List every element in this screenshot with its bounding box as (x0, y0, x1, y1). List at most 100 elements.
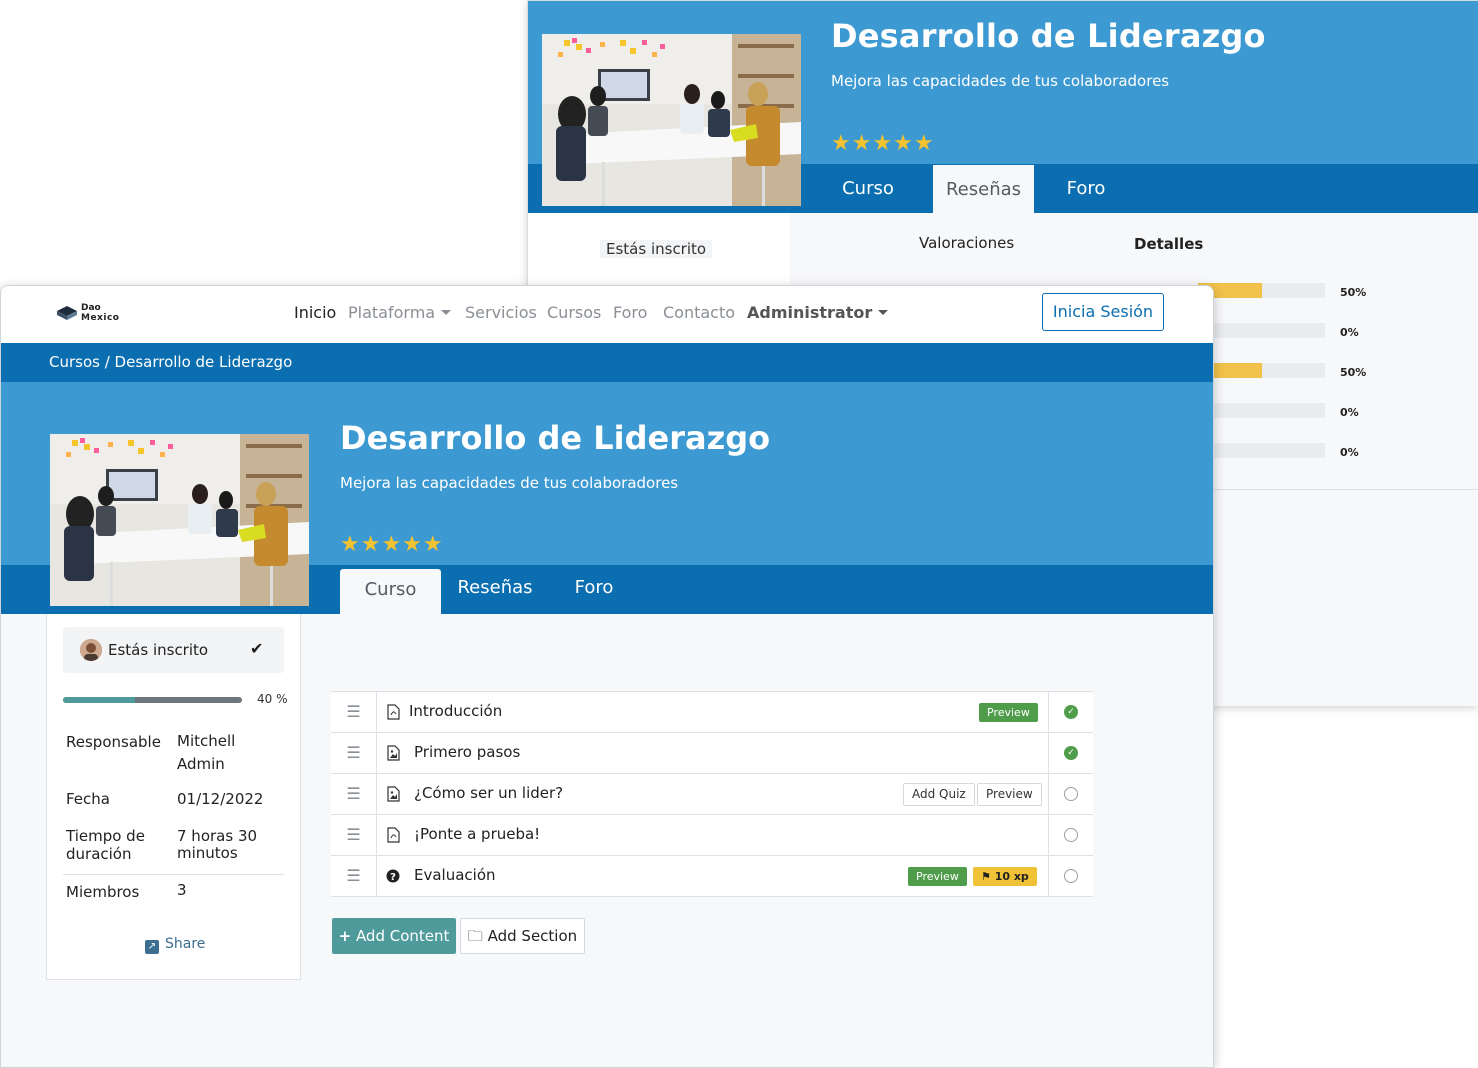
info-value: Mitchell (177, 732, 236, 750)
image-icon (387, 745, 400, 761)
add-section-button[interactable]: 🗀 Add Section (460, 918, 585, 954)
info-label: Miembros (66, 883, 140, 901)
logo-text: Mexico (81, 313, 120, 323)
nav-cursos[interactable]: Cursos (547, 303, 601, 322)
rating-bar (1198, 363, 1325, 378)
course-image (50, 434, 309, 606)
info-value: 3 (177, 881, 187, 899)
course-subtitle: Mejora las capacidades de tus colaborado… (340, 474, 679, 492)
preview-badge: Preview (979, 703, 1038, 722)
pdf-icon (387, 827, 400, 843)
nav-plataforma-label: Plataforma (348, 303, 436, 322)
content-name[interactable]: Introducción (409, 702, 502, 720)
plus-icon: + (338, 927, 352, 945)
tab-curso[interactable]: Curso (813, 164, 923, 213)
share-icon: ↗ (145, 940, 159, 954)
list-item[interactable]: ☰ ¿Cómo ser un lider? Add Quiz Preview (331, 774, 1093, 815)
drag-handle-icon[interactable]: ☰ (331, 733, 377, 773)
share-button[interactable]: ↗ Share (145, 936, 205, 954)
content-name[interactable]: ¿Cómo ser un lider? (414, 784, 563, 802)
drag-handle-icon[interactable]: ☰ (331, 774, 377, 814)
share-label: Share (165, 936, 206, 952)
add-content-button[interactable]: + Add Content (332, 918, 456, 954)
course-title: Desarrollo de Liderazgo (340, 419, 771, 457)
drag-handle-icon[interactable]: ☰ (331, 692, 377, 732)
tab-foro[interactable]: Foro (561, 565, 627, 614)
tab-resenas[interactable]: Reseñas (449, 565, 541, 614)
svg-text:?: ? (390, 872, 396, 883)
progress-bar-fill (63, 697, 135, 703)
content-list: ☰ Introducción Preview ✓ ☰ Primero pasos… (331, 691, 1093, 897)
list-item[interactable]: ☰ ? Evaluación Preview ⚑ 10 xp (331, 856, 1093, 897)
rating-bar (1198, 323, 1325, 338)
details-heading[interactable]: Detalles (1134, 235, 1203, 253)
logo-mark-icon (57, 306, 77, 320)
tab-resenas[interactable]: Reseñas (933, 165, 1034, 214)
rating-percent: 0% (1340, 406, 1359, 419)
list-item[interactable]: ☰ Primero pasos ✓ (331, 733, 1093, 774)
info-label: duración (66, 845, 132, 863)
add-quiz-button[interactable]: Add Quiz (903, 783, 975, 806)
folder-icon: 🗀 (467, 927, 483, 945)
nav-servicios[interactable]: Servicios (465, 303, 537, 322)
info-value: 01/12/2022 (177, 790, 264, 808)
course-subtitle: Mejora las capacidades de tus colaborado… (831, 72, 1170, 90)
add-content-label: Add Content (355, 927, 450, 945)
image-icon (387, 786, 400, 802)
avatar (80, 639, 102, 661)
info-value: minutos (177, 844, 238, 862)
front-window: Dao Mexico Inicio Plataforma Servicios C… (0, 285, 1214, 1068)
nav-foro[interactable]: Foro (613, 303, 647, 322)
login-button[interactable]: Inicia Sesión (1042, 293, 1164, 331)
course-image (542, 34, 801, 206)
drag-handle-icon[interactable]: ☰ (331, 856, 377, 896)
completed-check-icon: ✓ (1064, 746, 1078, 760)
rating-percent: 0% (1340, 326, 1359, 339)
info-label: Fecha (66, 790, 110, 808)
course-title: Desarrollo de Liderazgo (831, 17, 1266, 55)
list-item[interactable]: ☰ ¡Ponte a prueba! (331, 815, 1093, 856)
xp-badge: ⚑ 10 xp (973, 867, 1037, 886)
breadcrumb[interactable]: Cursos / Desarrollo de Liderazgo (49, 353, 292, 371)
completed-check-icon: ✓ (1064, 705, 1078, 719)
preview-button[interactable]: Preview (977, 783, 1042, 806)
tab-curso[interactable]: Curso (340, 569, 441, 614)
rating-percent: 0% (1340, 446, 1359, 459)
content-name[interactable]: ¡Ponte a prueba! (414, 825, 540, 843)
progress-bar (63, 697, 242, 703)
question-icon: ? (386, 869, 400, 883)
add-section-label: Add Section (487, 927, 578, 945)
rating-bar (1198, 443, 1325, 458)
content-name[interactable]: Evaluación (414, 866, 496, 884)
info-label: Responsable (66, 733, 161, 751)
nav-inicio[interactable]: Inicio (294, 303, 336, 322)
drag-handle-icon[interactable]: ☰ (331, 815, 377, 855)
rating-percent: 50% (1340, 286, 1367, 299)
top-navbar: Dao Mexico Inicio Plataforma Servicios C… (1, 286, 1213, 343)
user-menu-label: Administrator (747, 303, 873, 322)
ratings-heading[interactable]: Valoraciones (919, 234, 1014, 252)
content-name[interactable]: Primero pasos (414, 743, 520, 761)
breadcrumb-bar: Cursos / Desarrollo de Liderazgo (1, 343, 1213, 382)
incomplete-circle-icon[interactable] (1064, 828, 1078, 842)
pdf-icon (387, 704, 400, 720)
divider (63, 874, 284, 875)
incomplete-circle-icon[interactable] (1064, 787, 1078, 801)
rating-bar (1198, 403, 1325, 418)
incomplete-circle-icon[interactable] (1064, 869, 1078, 883)
enrolled-label: Estás inscrito (108, 641, 209, 659)
user-menu[interactable]: Administrator (747, 303, 889, 322)
flag-icon: ⚑ (981, 870, 995, 883)
check-icon: ✔ (250, 639, 264, 658)
list-item[interactable]: ☰ Introducción Preview ✓ (331, 692, 1093, 733)
rating-stars: ★★★★★ (831, 131, 935, 156)
info-value: Admin (177, 755, 225, 773)
nav-plataforma[interactable]: Plataforma (348, 303, 452, 322)
logo[interactable]: Dao Mexico (55, 303, 125, 325)
chevron-down-icon (441, 309, 452, 315)
nav-contacto[interactable]: Contacto (663, 303, 735, 322)
preview-badge: Preview (908, 867, 967, 886)
course-sidebar: Estás inscrito ✔ 40 % Responsable Mitche… (46, 614, 301, 980)
rating-stars: ★★★★★ (340, 532, 444, 557)
tab-foro[interactable]: Foro (1046, 164, 1126, 213)
